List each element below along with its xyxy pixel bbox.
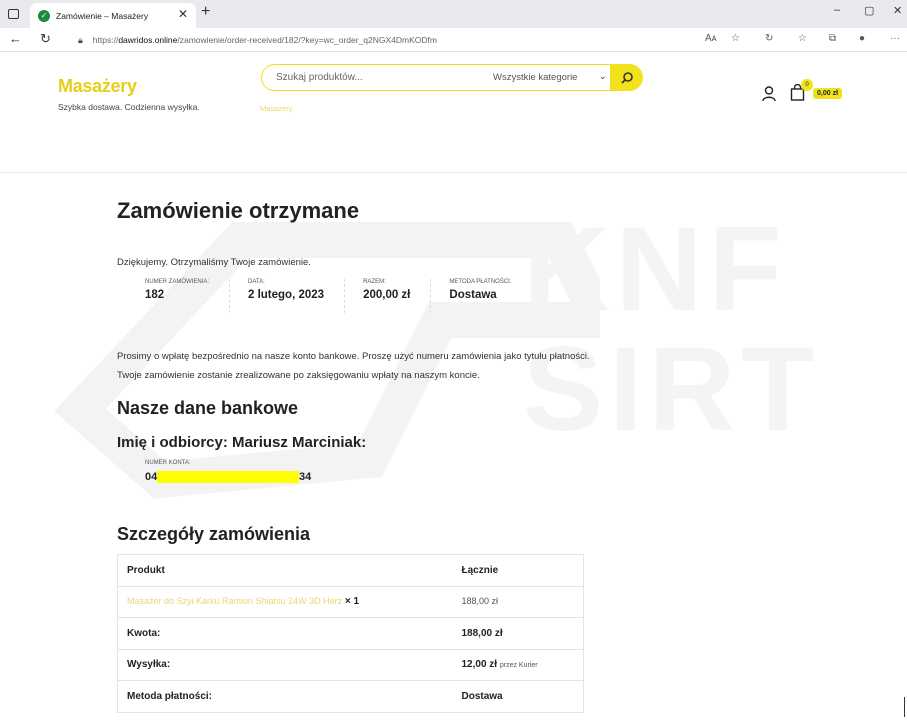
search-placeholder: Szukaj produktów... [276, 72, 363, 83]
minimize-button[interactable]: – [834, 4, 840, 16]
subtotal-value: 188,00 zł [452, 617, 584, 649]
close-window-button[interactable]: ✕ [893, 4, 902, 17]
read-aloud-icon[interactable]: Aᴀ [705, 33, 717, 44]
account-number-end: 34 [299, 471, 312, 483]
table-row: Masażer do Szyi Karku Ramion Shiatsu 24W… [117, 585, 584, 618]
more-menu-icon[interactable]: ··· [890, 33, 900, 44]
table-row: Wysyłka: 12,00 zł przez Kurier [117, 648, 584, 681]
overview-payment-method: Metoda płatności: Dostawa [449, 279, 512, 301]
account-number-start: 04 [145, 471, 158, 483]
watermark-text-2: SIRT [523, 322, 821, 456]
browser-address-bar: ← ↻ 🔒︎ https://dawridos.online/zamowieni… [0, 28, 907, 52]
site-logo[interactable]: Masażery [58, 76, 137, 97]
site-tagline: Szybka dostawa. Codzienna wysyłka. [58, 102, 200, 112]
order-details-table: Produkt Łącznie Masażer do Szyi Karku Ra… [117, 554, 584, 713]
tab-close-icon[interactable]: ✕ [178, 7, 188, 21]
tab-actions-icon[interactable] [4, 5, 22, 23]
account-number-label: Numer konta: [145, 460, 191, 466]
table-row: Kwota: 188,00 zł [117, 617, 584, 649]
page-title: Zamówienie otrzymane [117, 198, 360, 223]
overview-order-number: Numer zamówienia: 182 [145, 279, 230, 313]
bank-recipient: Imię i odbiorcy: Mariusz Marciniak: [117, 434, 367, 451]
payment-method-label: Metoda płatności: [117, 680, 453, 712]
tab-title: Zamówienie – Masażery [56, 10, 149, 21]
favorite-add-icon[interactable]: ☆ [731, 33, 740, 44]
maximize-button[interactable]: ▢ [864, 4, 874, 17]
refresh-extension-icon[interactable]: ↻ [765, 33, 773, 44]
category-select[interactable]: Wszystkie kategorie [493, 72, 577, 83]
profile-avatar-icon[interactable]: ● [859, 33, 865, 44]
column-header-product: Produkt [117, 554, 453, 586]
site-favicon-icon: ✓ [38, 9, 50, 22]
url-text: https://dawridos.online/zamowienie/order… [92, 35, 437, 45]
browser-tab-bar: ✓ Zamówienie – Masażery ✕ + – ▢ ✕ [0, 0, 907, 28]
text-cursor [904, 697, 905, 717]
url-field[interactable]: 🔒︎ https://dawridos.online/zamowienie/or… [68, 31, 698, 49]
favorites-icon[interactable]: ☆ [798, 33, 807, 44]
reload-icon[interactable]: ↻ [40, 31, 51, 47]
shipping-method: przez Kurier [499, 662, 538, 670]
search-icon [620, 71, 633, 84]
redaction-bar [157, 471, 299, 483]
subtotal-label: Kwota: [117, 617, 453, 649]
header-divider [0, 172, 907, 173]
bank-details-heading: Nasze dane bankowe [117, 398, 299, 418]
payment-method-value: Dostawa [452, 680, 584, 712]
new-tab-icon[interactable]: + [201, 4, 210, 20]
thank-you-message: Dziękujemy. Otrzymaliśmy Twoje zamówieni… [117, 257, 311, 268]
search-button[interactable] [610, 64, 643, 91]
cart-count-badge: 0 [801, 79, 813, 91]
order-details-heading: Szczegóły zamówienia [117, 524, 311, 544]
shipping-label: Wysyłka: [117, 648, 453, 681]
product-link[interactable]: Masażer do Szyi Karku Ramion Shiatsu 24W… [127, 596, 342, 606]
back-icon[interactable]: ← [9, 31, 22, 47]
chevron-down-icon[interactable]: ⌄ [599, 71, 607, 82]
overview-date: Data: 2 lutego, 2023 [248, 279, 346, 313]
product-total: 188,00 zł [461, 596, 499, 607]
cart-total[interactable]: 0,00 zł [813, 88, 843, 99]
breadcrumb[interactable]: Masażery [260, 104, 293, 113]
order-overview: Numer zamówienia: 182 Data: 2 lutego, 20… [145, 279, 550, 313]
shipping-value: 12,00 zł [461, 659, 498, 671]
column-header-total: Łącznie [452, 554, 584, 586]
account-icon[interactable] [762, 86, 776, 102]
browser-tab[interactable]: ✓ Zamówienie – Masażery ✕ [30, 3, 196, 28]
collections-icon[interactable]: ⧉ [829, 33, 836, 44]
overview-total: Razem: 200,00 zł [363, 279, 432, 313]
watermark-text-1: KNF [523, 202, 788, 336]
table-header-row: Produkt Łącznie [117, 554, 584, 586]
table-row: Metoda płatności: Dostawa [117, 680, 584, 712]
product-quantity: × 1 [344, 596, 360, 608]
lock-icon[interactable]: 🔒︎ [78, 35, 83, 46]
payment-instructions: Prosimy o wpłatę bezpośrednio na nasze k… [117, 351, 590, 381]
